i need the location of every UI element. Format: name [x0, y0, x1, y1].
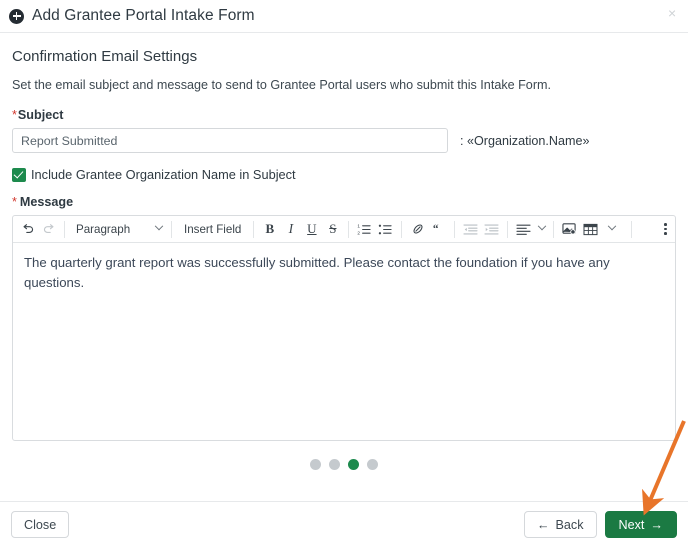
step-indicator: [12, 459, 676, 470]
close-icon[interactable]: ×: [662, 3, 680, 21]
underline-icon[interactable]: U: [301, 219, 322, 240]
back-button-label: Back: [555, 517, 584, 532]
message-label-text: Message: [19, 195, 74, 209]
svg-text:“: “: [433, 223, 439, 235]
insert-field-button[interactable]: Insert Field: [177, 219, 248, 240]
message-editor-content[interactable]: The quarterly grant report was successfu…: [13, 243, 675, 440]
step-dot-2[interactable]: [329, 459, 340, 470]
toolbar-separator: [64, 220, 65, 238]
toolbar-separator: [631, 220, 633, 238]
header-divider: [0, 32, 688, 33]
footer-nav-buttons: ← Back Next →: [523, 511, 677, 538]
toolbar-separator: [553, 220, 555, 238]
close-button[interactable]: Close: [11, 511, 70, 538]
toolbar-separator: [171, 220, 172, 238]
paragraph-style-select[interactable]: Paragraph: [70, 219, 166, 240]
svg-text:1: 1: [358, 223, 361, 228]
checkbox-checked-icon[interactable]: [12, 167, 26, 182]
outdent-icon[interactable]: [460, 219, 481, 240]
subject-required-marker: *: [12, 108, 17, 122]
step-dot-1[interactable]: [310, 459, 321, 470]
rich-text-editor: Paragraph Insert Field B I U S 1 2 “ The…: [12, 215, 676, 441]
include-org-name-label: Include Grantee Organization Name in Sub…: [31, 167, 296, 182]
link-icon[interactable]: [407, 219, 428, 240]
back-button[interactable]: ← Back: [523, 511, 597, 538]
arrow-left-icon: ←: [536, 517, 550, 532]
subject-input[interactable]: [12, 128, 448, 153]
align-left-icon[interactable]: [513, 219, 548, 240]
section-description: Set the email subject and message to sen…: [12, 78, 551, 92]
toolbar-separator: [401, 220, 403, 238]
image-icon[interactable]: [559, 219, 580, 240]
next-button[interactable]: Next →: [604, 511, 677, 538]
strikethrough-icon[interactable]: S: [322, 219, 343, 240]
bold-icon[interactable]: B: [259, 219, 280, 240]
dialog-header: Add Grantee Portal Intake Form ×: [0, 0, 688, 32]
subject-merge-field-suffix: : «Organization.Name»: [460, 133, 590, 148]
message-label: * Message: [12, 195, 676, 209]
ordered-list-icon[interactable]: 1 2: [354, 219, 375, 240]
add-intake-form-dialog: Add Grantee Portal Intake Form × Confirm…: [0, 0, 688, 547]
toolbar-separator: [507, 220, 509, 238]
subject-label-text: Subject: [17, 108, 64, 122]
dialog-body: Confirmation Email Settings Set the emai…: [0, 48, 688, 470]
undo-icon[interactable]: [17, 219, 38, 240]
dialog-title: Add Grantee Portal Intake Form: [32, 7, 255, 24]
bullet-list-icon[interactable]: [375, 219, 396, 240]
chevron-down-icon: [154, 221, 164, 231]
kebab-menu-icon[interactable]: [664, 223, 667, 235]
plus-circle-icon: [9, 8, 24, 24]
message-required-marker: *: [12, 195, 17, 209]
indent-icon[interactable]: [481, 219, 502, 240]
toolbar-separator: [253, 220, 255, 238]
step-dot-3-active[interactable]: [348, 459, 359, 470]
blockquote-icon[interactable]: “: [428, 219, 449, 240]
subject-label: *Subject: [12, 108, 676, 122]
svg-text:2: 2: [358, 230, 361, 235]
chevron-down-icon: [607, 221, 617, 231]
chevron-down-icon: [538, 221, 547, 231]
toolbar-separator: [348, 220, 350, 238]
table-icon[interactable]: [580, 219, 601, 240]
italic-icon[interactable]: I: [280, 219, 301, 240]
dialog-footer: Close ← Back Next →: [0, 502, 688, 547]
section-title: Confirmation Email Settings: [12, 48, 198, 65]
paragraph-style-value: Paragraph: [76, 222, 131, 236]
redo-icon[interactable]: [38, 219, 59, 240]
toolbar-separator: [454, 220, 456, 238]
subject-row: : «Organization.Name»: [12, 128, 676, 153]
next-button-label: Next: [618, 517, 645, 532]
table-options-chevron-icon[interactable]: [601, 219, 622, 240]
arrow-right-icon: →: [650, 517, 663, 532]
editor-toolbar: Paragraph Insert Field B I U S 1 2 “: [13, 216, 675, 243]
include-org-name-checkbox-row[interactable]: Include Grantee Organization Name in Sub…: [12, 167, 676, 182]
step-dot-4[interactable]: [367, 459, 378, 470]
